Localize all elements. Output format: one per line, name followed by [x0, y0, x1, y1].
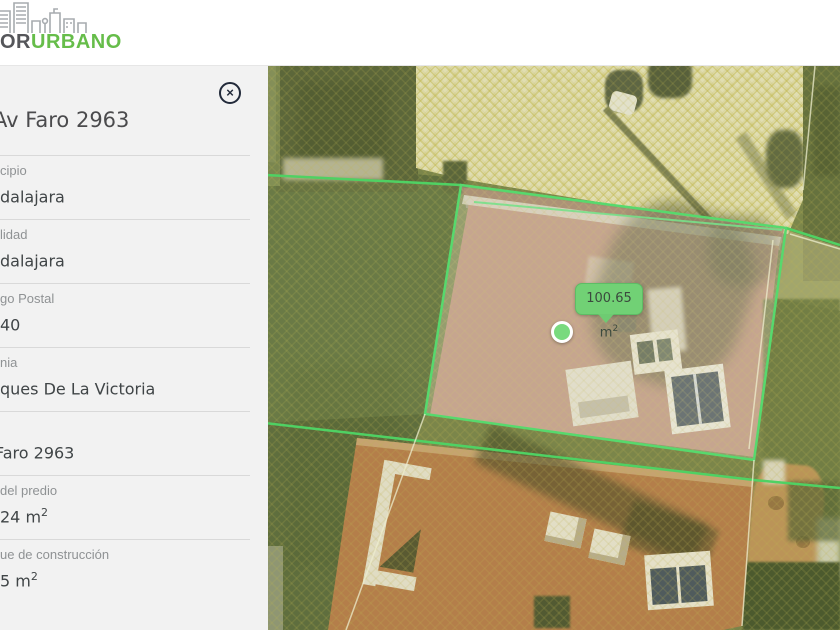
brand-logo-green: URBANO: [31, 31, 122, 53]
field-value-colonia: ques De La Victoria: [0, 379, 156, 399]
divider: [0, 219, 250, 220]
brand-logo-text: ORURBANO: [0, 31, 122, 54]
divider: [0, 283, 250, 284]
field-label-localidad: lidad: [0, 227, 28, 242]
area-chip-tail: [598, 314, 614, 323]
parcel-area-chip[interactable]: 100.65 m2: [575, 283, 643, 340]
field-label-codigo-postal: go Postal: [0, 291, 55, 306]
field-value-bloque-construccion: 5 m2: [0, 570, 38, 591]
parcel-marker-dot[interactable]: [551, 321, 573, 343]
brand-logo-gray: OR: [0, 31, 31, 53]
parcel-title: Av Faro 2963: [0, 108, 130, 132]
field-label-area-predio: del predio: [0, 483, 58, 498]
city-skyline-logo-icon: [0, 2, 87, 33]
divider: [0, 475, 250, 476]
parcel-info-panel: × Av Faro 2963 cipio dalajara lidad dala…: [0, 66, 268, 630]
divider: [0, 155, 250, 156]
satellite-map[interactable]: 100.65 m2: [268, 66, 840, 630]
field-value-calle: Faro 2963: [0, 443, 75, 463]
field-value-municipio: dalajara: [0, 187, 65, 207]
field-value-area-predio: 24 m2: [0, 506, 49, 527]
close-icon: ×: [226, 85, 234, 100]
field-label-bloque-construccion: ue de construcción: [0, 547, 110, 562]
field-label-municipio: cipio: [0, 163, 27, 178]
divider: [0, 347, 250, 348]
close-panel-button[interactable]: ×: [219, 82, 241, 104]
field-value-localidad: dalajara: [0, 251, 65, 271]
parcel-overlay-lines: [268, 66, 840, 630]
field-label-colonia: nia: [0, 355, 18, 370]
divider: [0, 539, 250, 540]
divider: [0, 411, 250, 412]
field-value-codigo-postal: 40: [0, 315, 21, 335]
app-header: ORURBANO: [0, 0, 840, 66]
